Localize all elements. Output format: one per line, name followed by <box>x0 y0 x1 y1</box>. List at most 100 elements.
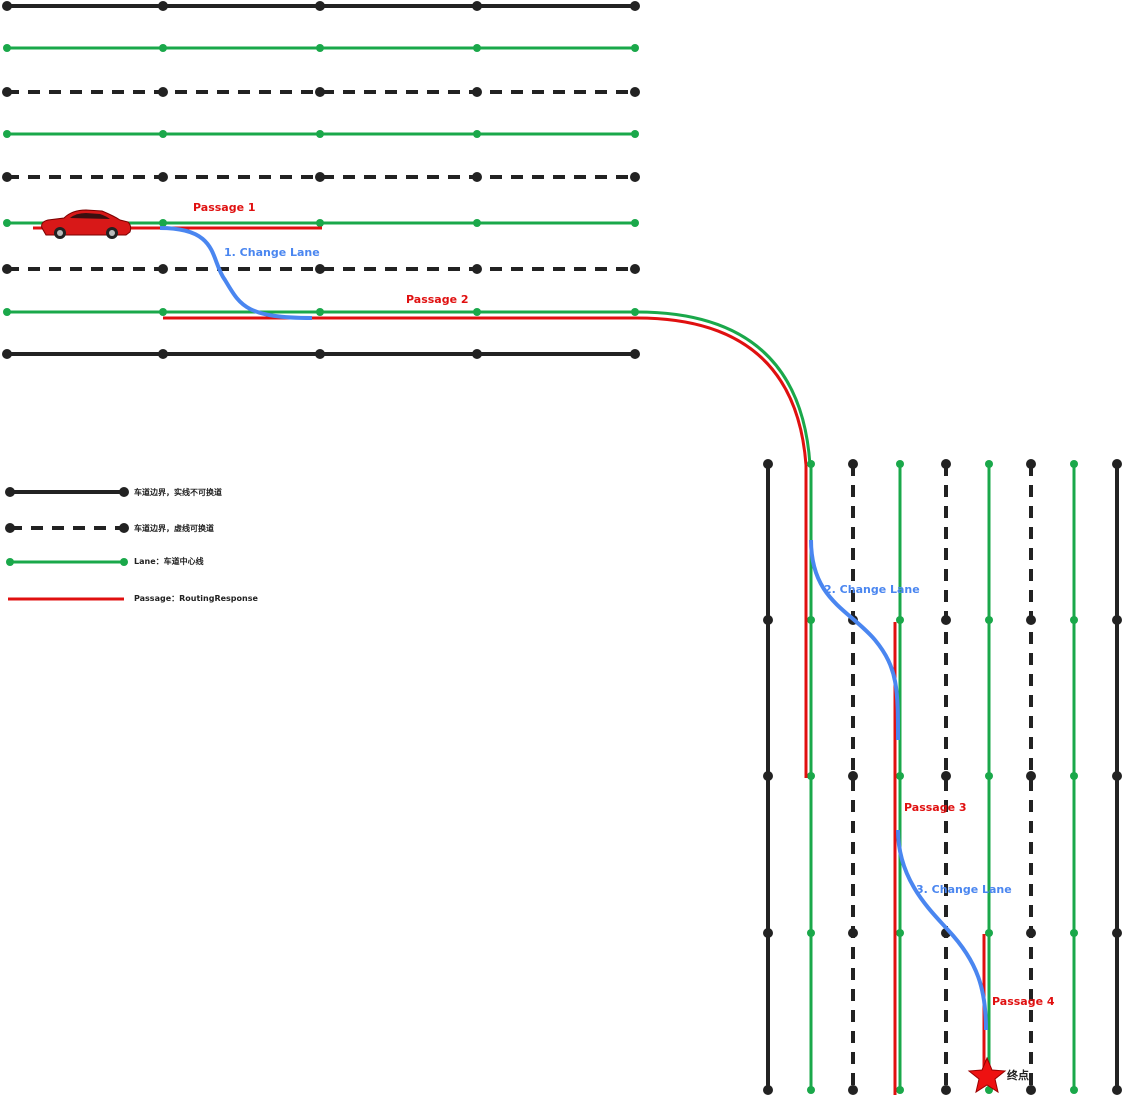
lane-node <box>315 87 325 97</box>
horizontal-road <box>2 1 640 359</box>
lane-node <box>1026 1085 1036 1095</box>
lane-node <box>1070 929 1078 937</box>
lane-node <box>631 130 639 138</box>
lane-node <box>2 172 12 182</box>
lane-node <box>941 1085 951 1095</box>
lane-node <box>807 1086 815 1094</box>
lane-node <box>316 44 324 52</box>
lane-node <box>630 264 640 274</box>
lane-node <box>315 349 325 359</box>
lane-node <box>1070 616 1078 624</box>
lane-node <box>158 1 168 11</box>
lane-node <box>315 172 325 182</box>
lane-node <box>631 44 639 52</box>
lane-node <box>1070 772 1078 780</box>
lane-node <box>631 219 639 227</box>
lane-node <box>848 928 858 938</box>
lane-node <box>807 616 815 624</box>
lane-node <box>985 929 993 937</box>
lane-node <box>807 772 815 780</box>
lane-node <box>985 772 993 780</box>
red-car-icon <box>41 209 132 239</box>
passage-2-label: Passage 2 <box>406 293 469 306</box>
lane-node <box>1026 771 1036 781</box>
lane-node <box>1026 459 1036 469</box>
lane-node <box>985 460 993 468</box>
lane-node <box>2 87 12 97</box>
lane-node <box>159 130 167 138</box>
lane-node <box>2 264 12 274</box>
lane-node <box>848 1085 858 1095</box>
lane-node <box>985 616 993 624</box>
lane-node <box>473 44 481 52</box>
legend-lane-label: Lane：车道中心线 <box>134 556 204 566</box>
legend-passage-label: Passage：RoutingResponse <box>134 594 258 603</box>
lane-node <box>896 929 904 937</box>
change-lane-1-curve <box>159 226 313 320</box>
lane-node <box>763 928 773 938</box>
lane-node <box>2 1 12 11</box>
passage-2-curve <box>636 316 808 466</box>
lane-node <box>159 44 167 52</box>
lane-node <box>848 459 858 469</box>
lane-node <box>473 219 481 227</box>
lane-node <box>2 349 12 359</box>
lane-node <box>630 1 640 11</box>
lane-node <box>316 219 324 227</box>
lane-node <box>159 219 167 227</box>
lane-node <box>896 616 904 624</box>
lane-node <box>1112 928 1122 938</box>
change-lane-3-label: 3. Change Lane <box>916 883 1012 896</box>
lane-node <box>158 349 168 359</box>
lane-node <box>472 1 482 11</box>
lane-node <box>3 130 11 138</box>
lane-node <box>3 219 11 227</box>
lane-node <box>630 87 640 97</box>
lane-node <box>472 349 482 359</box>
change-lane-1-label: 1. Change Lane <box>224 246 320 259</box>
lane-node <box>1070 1086 1078 1094</box>
lane-node <box>763 615 773 625</box>
lane-node <box>159 308 167 316</box>
lane-node <box>1112 771 1122 781</box>
lane-node <box>1112 1085 1122 1095</box>
lane-node <box>473 308 481 316</box>
lane-node <box>1070 460 1078 468</box>
lane-node <box>3 308 11 316</box>
lane-node <box>315 264 325 274</box>
lane-node <box>3 44 11 52</box>
lane-node <box>316 130 324 138</box>
passage-3-label: Passage 3 <box>904 801 967 814</box>
lane-node <box>315 1 325 11</box>
lane-node <box>896 772 904 780</box>
lane-node <box>472 172 482 182</box>
legend-dashed-label: 车道边界，虚线可换道 <box>134 523 214 533</box>
lane-node <box>158 87 168 97</box>
legend-solid-label: 车道边界，实线不可换道 <box>134 487 222 497</box>
lane-node <box>316 308 324 316</box>
passage-1-label: Passage 1 <box>193 201 256 214</box>
lane-node <box>763 1085 773 1095</box>
change-lane-2-label: 2. Change Lane <box>824 583 920 596</box>
lane-node <box>472 264 482 274</box>
lane-node <box>1026 928 1036 938</box>
lane-node <box>158 264 168 274</box>
lane-node <box>1026 615 1036 625</box>
lane-node <box>630 172 640 182</box>
lane-node <box>158 172 168 182</box>
lane-node <box>848 771 858 781</box>
passage-4-label: Passage 4 <box>992 995 1055 1008</box>
lane-node <box>941 459 951 469</box>
lane-node <box>763 771 773 781</box>
lane-node <box>1112 615 1122 625</box>
lane-node <box>1112 459 1122 469</box>
routing-diagram: Passage 1 Passage 2 Passage 3 Passage 4 … <box>2 1 1122 1095</box>
lane-node <box>896 1086 904 1094</box>
lane-node <box>763 459 773 469</box>
lane-node <box>896 460 904 468</box>
lane-node <box>473 130 481 138</box>
lane-node <box>472 87 482 97</box>
vertical-road <box>763 459 1122 1095</box>
legend: 车道边界，实线不可换道 车道边界，虚线可换道 Lane：车道中心线 Passag… <box>5 487 258 603</box>
lane-node <box>630 349 640 359</box>
